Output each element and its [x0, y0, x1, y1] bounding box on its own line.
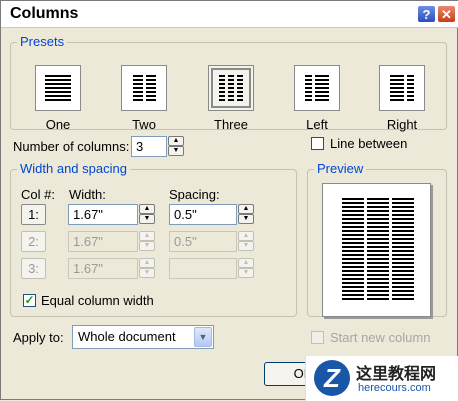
preset-one-icon	[35, 65, 81, 111]
watermark-logo-icon: Z	[314, 360, 350, 396]
start-new-column-checkbox	[311, 331, 324, 344]
preview-label: Preview	[314, 161, 367, 176]
columns-dialog: Columns ? ✕ Presets One Two Three Left R…	[0, 0, 458, 401]
col-3-width-spinner: ▲ ▼	[139, 258, 155, 279]
preset-three-label: Three	[214, 117, 248, 132]
preset-three-icon	[208, 65, 254, 111]
preset-left-label: Left	[306, 117, 328, 132]
spin-up-icon[interactable]: ▲	[139, 204, 155, 214]
spin-up-icon: ▲	[139, 258, 155, 268]
preset-two[interactable]: Two	[121, 65, 167, 132]
dialog-title: Columns	[10, 5, 79, 22]
watermark-title: 这里教程网	[356, 366, 437, 383]
preview-page	[322, 183, 431, 317]
apply-to-value: Whole document	[78, 329, 176, 344]
preset-right[interactable]: Right	[379, 65, 425, 132]
col-2-spacing-input: 0.5"	[169, 231, 237, 252]
number-of-columns-label: Number of columns:	[13, 139, 130, 154]
col-1-spacing-spinner[interactable]: ▲ ▼	[238, 204, 254, 225]
watermark-url: herecours.com	[358, 382, 431, 394]
spin-down-icon: ▼	[238, 268, 254, 278]
apply-to-select[interactable]: Whole document ▼	[72, 325, 214, 349]
col-3-spacing-input	[169, 258, 237, 279]
preset-left-icon	[294, 65, 340, 111]
equal-column-width-checkbox[interactable]: ✓	[23, 294, 36, 307]
spin-down-icon[interactable]: ▼	[168, 146, 184, 156]
equal-column-width-label: Equal column width	[41, 293, 154, 308]
preset-one-label: One	[45, 117, 71, 132]
line-between-label: Line between	[330, 136, 408, 151]
width-header: Width:	[69, 187, 106, 202]
col-number-header: Col #:	[21, 187, 55, 202]
presets-label: Presets	[17, 34, 68, 49]
preset-right-icon	[379, 65, 425, 111]
col-1-width-input[interactable]: 1.67"	[68, 204, 138, 225]
col-2-width-input: 1.67"	[68, 231, 138, 252]
preset-two-label: Two	[132, 117, 156, 132]
number-of-columns-spinner[interactable]: ▲ ▼	[168, 136, 184, 157]
col-2-spacing-spinner: ▲ ▼	[238, 231, 254, 252]
col-3-button: 3:	[21, 258, 46, 279]
title-bar: Columns ? ✕	[1, 1, 458, 28]
col-2-button: 2:	[21, 231, 46, 252]
spin-down-icon: ▼	[139, 241, 155, 251]
preset-right-label: Right	[386, 117, 418, 132]
spin-down-icon[interactable]: ▼	[139, 214, 155, 224]
col-1-button[interactable]: 1:	[21, 204, 46, 225]
spin-up-icon[interactable]: ▲	[238, 204, 254, 214]
spin-down-icon: ▼	[238, 241, 254, 251]
watermark: Z 这里教程网 herecours.com	[305, 356, 458, 401]
spin-down-icon: ▼	[139, 268, 155, 278]
chevron-down-icon[interactable]: ▼	[194, 327, 212, 347]
spacing-header: Spacing:	[169, 187, 220, 202]
preset-three[interactable]: Three	[208, 65, 254, 132]
close-button[interactable]: ✕	[437, 5, 456, 23]
preset-left[interactable]: Left	[294, 65, 340, 132]
col-2-width-spinner: ▲ ▼	[139, 231, 155, 252]
spin-up-icon: ▲	[238, 258, 254, 268]
help-button[interactable]: ?	[417, 5, 436, 23]
col-3-width-input: 1.67"	[68, 258, 138, 279]
preset-one[interactable]: One	[35, 65, 81, 132]
width-spacing-label: Width and spacing	[17, 161, 130, 176]
preset-two-icon	[121, 65, 167, 111]
number-of-columns-input[interactable]: 3	[131, 136, 167, 157]
spin-up-icon: ▲	[238, 231, 254, 241]
spin-up-icon[interactable]: ▲	[168, 136, 184, 146]
col-3-spacing-spinner: ▲ ▼	[238, 258, 254, 279]
presets-group: Presets One Two Three Left Right	[10, 34, 447, 132]
col-1-spacing-input[interactable]: 0.5"	[169, 204, 237, 225]
col-1-width-spinner[interactable]: ▲ ▼	[139, 204, 155, 225]
line-between-checkbox[interactable]	[311, 137, 324, 150]
start-new-column-label: Start new column	[330, 330, 431, 345]
apply-to-label: Apply to:	[13, 330, 64, 345]
spin-up-icon: ▲	[139, 231, 155, 241]
spin-down-icon[interactable]: ▼	[238, 214, 254, 224]
